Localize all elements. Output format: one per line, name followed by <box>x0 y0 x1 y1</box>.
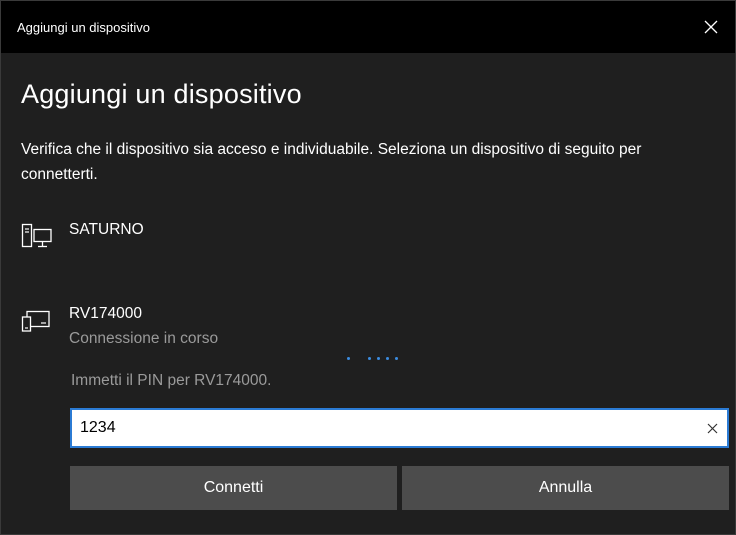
pin-prompt: Immetti il PIN per RV174000. <box>71 372 272 389</box>
device-item-saturno[interactable]: SATURNO <box>21 221 144 251</box>
progress-dot <box>347 357 350 360</box>
progress-dot <box>395 357 398 360</box>
device-name: SATURNO <box>69 221 144 238</box>
clear-icon <box>707 423 717 433</box>
desktop-computer-icon <box>21 223 52 248</box>
progress-dot <box>386 357 389 360</box>
progress-dot <box>377 357 380 360</box>
title-bar: Aggiungi un dispositivo <box>1 1 735 53</box>
device-name: RV174000 <box>69 305 142 322</box>
cancel-button[interactable]: Annulla <box>402 466 729 510</box>
window-title: Aggiungi un dispositivo <box>17 19 150 35</box>
add-device-dialog: Aggiungi un dispositivo Aggiungi un disp… <box>0 0 736 535</box>
device-item-rv174000[interactable]: RV174000 Connessione in corso <box>21 305 218 348</box>
page-title: Aggiungi un dispositivo <box>21 79 302 109</box>
pin-field[interactable] <box>70 408 729 448</box>
connection-status: Connessione in corso <box>69 330 219 347</box>
close-button[interactable] <box>695 11 727 43</box>
progress-dots <box>347 357 398 360</box>
display-device-icon <box>21 310 50 332</box>
close-icon <box>704 20 718 34</box>
progress-dot <box>368 357 371 360</box>
description-text: Verifica che il dispositivo sia acceso e… <box>21 141 642 183</box>
clear-button[interactable] <box>697 413 727 443</box>
connect-button[interactable]: Connetti <box>70 466 397 510</box>
pin-input[interactable] <box>72 409 697 447</box>
